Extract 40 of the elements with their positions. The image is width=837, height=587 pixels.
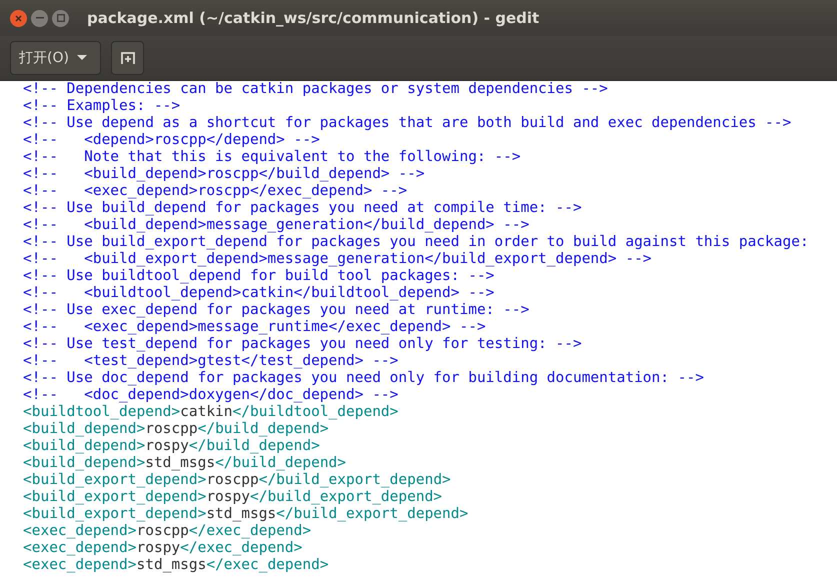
- code-comment: <!-- <exec_depend>message_runtime</exec_depend> -->: [23, 319, 486, 335]
- code-line: <build_export_depend>roscpp</build_export_depend>: [23, 472, 452, 489]
- code-comment: <!-- <depend>roscpp</depend> -->: [23, 132, 320, 148]
- code-line: <exec_depend>roscpp</exec_depend>: [23, 523, 312, 540]
- code-comment: <!-- Dependencies can be catkin packages or system dependencies -->: [23, 81, 608, 97]
- minimize-button[interactable]: [31, 10, 48, 26]
- code-line: <exec_depend>std_msgs</exec_depend>: [23, 557, 330, 574]
- new-tab-button[interactable]: [111, 41, 144, 75]
- code-comment: <!-- <build_depend>roscpp</build_depend> -->: [23, 166, 425, 182]
- close-icon: [15, 14, 22, 22]
- code-line: <exec_depend>rospy</exec_depend>: [23, 540, 304, 557]
- code-comment: <!-- Use exec_depend for packages you need at runtime: -->: [23, 302, 530, 318]
- maximize-button[interactable]: [52, 10, 69, 26]
- code-comment: <!-- Use test_depend for packages you need only for testing: -->: [23, 336, 582, 352]
- code-line: <buildtool_depend>catkin</buildtool_depend>: [23, 404, 400, 421]
- code-line: <build_depend>rospy</build_depend>: [23, 438, 321, 455]
- code-comment: <!-- <test_depend>gtest</test_depend> -->: [23, 353, 398, 369]
- code-line: <build_export_depend>std_msgs</build_export_depend>: [23, 506, 470, 523]
- code-comment: <!-- <build_export_depend>message_generation</build_export_depend> -->: [23, 251, 652, 267]
- minimize-icon: [36, 17, 44, 19]
- code-comment: <!-- <exec_depend>roscpp</exec_depend> -->: [23, 183, 408, 199]
- code-comment: <!-- Use build_export_depend for packages you need in order to build against this package:: [23, 234, 809, 250]
- code-comment: <!-- <buildtool_depend>catkin</buildtool_depend> -->: [23, 285, 494, 301]
- open-button[interactable]: 打开(O): [10, 41, 101, 75]
- code-comment: <!-- Use doc_depend for packages you need only for building documentation: -->: [23, 370, 704, 386]
- code-comment: <!-- <doc_depend>doxygen</doc_depend> -->: [23, 387, 398, 403]
- window-title: package.xml (~/catkin_ws/src/communication) - gedit: [87, 9, 540, 27]
- code-line: <build_export_depend>rospy</build_export_depend>: [23, 489, 444, 506]
- maximize-icon: [56, 14, 64, 22]
- code-comment: <!-- Use depend as a shortcut for packages that are both build and exec dependencies -->: [23, 115, 792, 131]
- caret-icon: [76, 55, 87, 61]
- code-line: <build_depend>roscpp</build_depend>: [23, 421, 330, 438]
- code-line: <build_depend>std_msgs</build_depend>: [23, 455, 348, 472]
- new-tab-icon: [120, 52, 134, 64]
- close-button[interactable]: [10, 10, 27, 26]
- code-comment: <!-- Examples: -->: [23, 98, 180, 114]
- code-comment: <!-- Note that this is equivalent to the following: -->: [23, 149, 521, 165]
- code-comment: <!-- Use build_depend for packages you need at compile time: -->: [23, 200, 582, 216]
- code-comment: <!-- <build_depend>message_generation</build_depend> -->: [23, 217, 530, 233]
- code-comment: <!-- Use buildtool_depend for build tool packages: -->: [23, 268, 494, 284]
